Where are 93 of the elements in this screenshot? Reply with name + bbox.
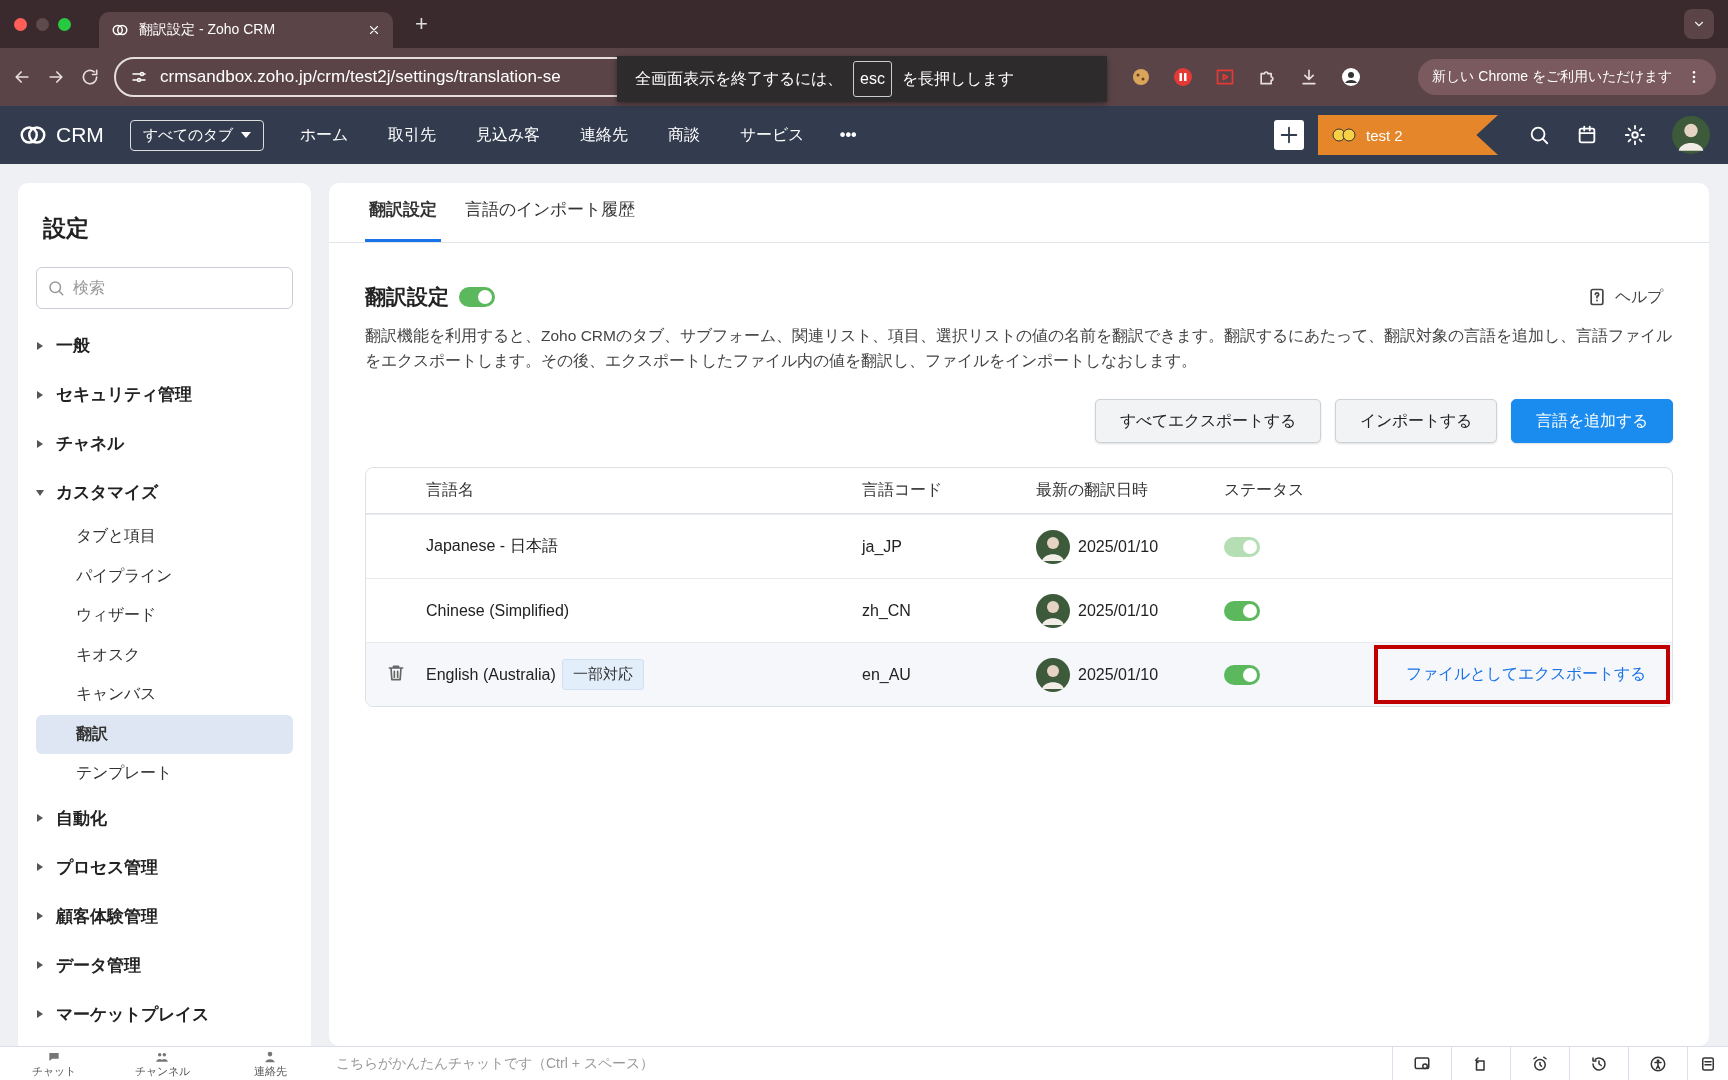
sidebar-section[interactable]: チャネル bbox=[36, 419, 293, 468]
more-tabs-button[interactable]: ••• bbox=[823, 126, 873, 144]
bottom-shortcut[interactable]: チャット bbox=[0, 1049, 108, 1079]
table-cell: 2025/01/10 bbox=[1078, 601, 1159, 620]
download-icon[interactable] bbox=[1299, 67, 1319, 87]
nav-tab[interactable]: 取引先 bbox=[367, 124, 456, 146]
sidebar-section[interactable]: マーケットプレイス bbox=[36, 989, 293, 1039]
nav-tab[interactable]: ホーム bbox=[279, 124, 368, 146]
caret-icon bbox=[240, 132, 251, 138]
new-tab-button[interactable]: + bbox=[409, 10, 434, 38]
bottom-shortcut[interactable]: 連絡先 bbox=[216, 1049, 324, 1079]
profile-icon[interactable] bbox=[1341, 67, 1361, 87]
sidebar-section[interactable]: カスタマイズ bbox=[36, 468, 293, 517]
calendar-icon[interactable] bbox=[1576, 124, 1598, 146]
page-tab[interactable]: 言語のインポート履歴 bbox=[461, 198, 639, 242]
add-button[interactable] bbox=[1274, 120, 1304, 150]
notice-text: を長押しします bbox=[901, 68, 1014, 89]
nav-tab[interactable]: 商談 bbox=[647, 124, 720, 146]
sidebar-item[interactable]: タブと項目 bbox=[36, 517, 293, 557]
sidebar-section[interactable]: データ管理 bbox=[36, 940, 293, 990]
caret-right-icon[interactable] bbox=[36, 1010, 44, 1018]
column-header: 言語名 bbox=[426, 480, 475, 500]
export-link[interactable]: ファイルとしてエクスポートする bbox=[1374, 645, 1670, 704]
esc-key: esc bbox=[853, 61, 892, 97]
avatar-icon bbox=[1672, 116, 1710, 154]
sidebar-section[interactable]: プロセス管理 bbox=[36, 842, 293, 892]
nav-tab[interactable]: 見込み客 bbox=[455, 124, 560, 146]
avatar-icon bbox=[1036, 657, 1070, 692]
caret-right-icon[interactable] bbox=[36, 912, 44, 920]
avatar-icon bbox=[1036, 593, 1070, 628]
avatar-icon bbox=[1036, 529, 1070, 564]
pause-icon[interactable] bbox=[1173, 67, 1193, 87]
nav-tab[interactable]: 連絡先 bbox=[559, 124, 648, 146]
secondary-button[interactable]: すべてエクスポートする bbox=[1095, 399, 1321, 443]
update-chrome-button[interactable]: 新しい Chrome をご利用いただけます bbox=[1418, 59, 1716, 95]
column-header: ステータス bbox=[1224, 480, 1305, 500]
all-tabs-dropdown[interactable]: すべてのタブ bbox=[129, 119, 264, 151]
description-text: 翻訳機能を利用すると、Zoho CRMのタブ、サブフォーム、関連リスト、項目、選択リストの値の名前を翻訳できます。翻訳するにあたって、翻訳対象の言語を追加し、言語ファイルをエクスポートします。その後、エクスポートしたファイル内の値を翻訳し、ファイルをインポートしなおします。 bbox=[365, 326, 1673, 371]
caret-right-icon[interactable] bbox=[36, 341, 44, 350]
browser-tab[interactable]: 翻訳設定 - Zoho CRM bbox=[99, 12, 393, 48]
caret-right-icon[interactable] bbox=[36, 814, 44, 822]
caret-right-icon[interactable] bbox=[36, 439, 44, 448]
history-icon[interactable] bbox=[1590, 1055, 1608, 1073]
page-tab[interactable]: 翻訳設定 bbox=[365, 198, 441, 242]
table-cell: 2025/01/10 bbox=[1078, 665, 1159, 684]
caret-down-icon[interactable] bbox=[36, 488, 44, 497]
table-cell-text: zh_CN bbox=[862, 601, 912, 620]
sidebar-item[interactable]: ウィザード bbox=[36, 596, 293, 636]
table-cell-text: en_AU bbox=[862, 665, 912, 684]
sidebar-item[interactable]: キャンバス bbox=[36, 675, 293, 715]
cookie-icon[interactable] bbox=[1131, 67, 1151, 87]
sidebar-item[interactable]: パイプライン bbox=[36, 556, 293, 596]
sidebar-section[interactable]: 一般 bbox=[36, 321, 293, 370]
sidebar-item[interactable]: 翻訳 bbox=[36, 714, 293, 754]
sidebar-section[interactable]: 自動化 bbox=[36, 793, 293, 843]
toggle-switch[interactable] bbox=[1224, 600, 1260, 621]
table-cell: 2025/01/10 bbox=[1078, 537, 1159, 556]
close-icon[interactable] bbox=[367, 23, 381, 37]
table-cell-text: ja_JP bbox=[862, 537, 904, 556]
sidebar-item[interactable]: テンプレート bbox=[36, 754, 293, 794]
sidebar-item[interactable]: キオスク bbox=[36, 635, 293, 675]
column-header: 言語コード bbox=[862, 480, 943, 500]
nav-tab[interactable]: サービス bbox=[719, 124, 824, 146]
secondary-button[interactable]: インポートする bbox=[1335, 399, 1497, 443]
toggle-switch[interactable] bbox=[1224, 664, 1260, 685]
caret-right-icon[interactable] bbox=[36, 863, 44, 871]
sidebar-section[interactable]: 顧客体験管理 bbox=[36, 891, 293, 941]
sidebar-title: 設定 bbox=[43, 214, 90, 243]
help-link[interactable]: ヘルプ bbox=[1587, 286, 1663, 308]
toggle-switch[interactable] bbox=[459, 287, 495, 307]
sidebar-section[interactable]: セキュリティ管理 bbox=[36, 370, 293, 419]
column-header: 最新の翻訳日時 bbox=[1036, 480, 1149, 500]
bottom-shortcut[interactable]: チャンネル bbox=[108, 1049, 216, 1079]
accessibility-icon[interactable] bbox=[1649, 1055, 1667, 1073]
reload-icon[interactable] bbox=[80, 67, 100, 87]
plus-icon bbox=[1278, 124, 1300, 146]
glasses-icon bbox=[1332, 127, 1356, 143]
close-window-button[interactable] bbox=[14, 17, 27, 31]
status-badge: 一部対応 bbox=[561, 659, 644, 690]
notes-icon[interactable] bbox=[1699, 1055, 1717, 1073]
table-cell: Chinese (Simplified) bbox=[426, 601, 570, 620]
help-document-icon bbox=[1587, 287, 1607, 307]
search-icon[interactable] bbox=[1528, 124, 1550, 146]
caret-right-icon[interactable] bbox=[36, 961, 44, 969]
fullscreen-window-button[interactable] bbox=[58, 17, 71, 31]
notice-text: 全画面表示を終了するには、 bbox=[635, 68, 843, 89]
page-heading: 翻訳設定 bbox=[365, 284, 449, 310]
table-cell-text: Japanese - 日本語 bbox=[426, 536, 558, 556]
search-icon bbox=[47, 279, 65, 297]
caret-right-icon[interactable] bbox=[36, 390, 44, 399]
alarm-clock-icon[interactable] bbox=[1531, 1055, 1549, 1073]
table-cell: English (Australia) bbox=[426, 665, 556, 684]
app-logo-text: CRM bbox=[56, 123, 104, 147]
